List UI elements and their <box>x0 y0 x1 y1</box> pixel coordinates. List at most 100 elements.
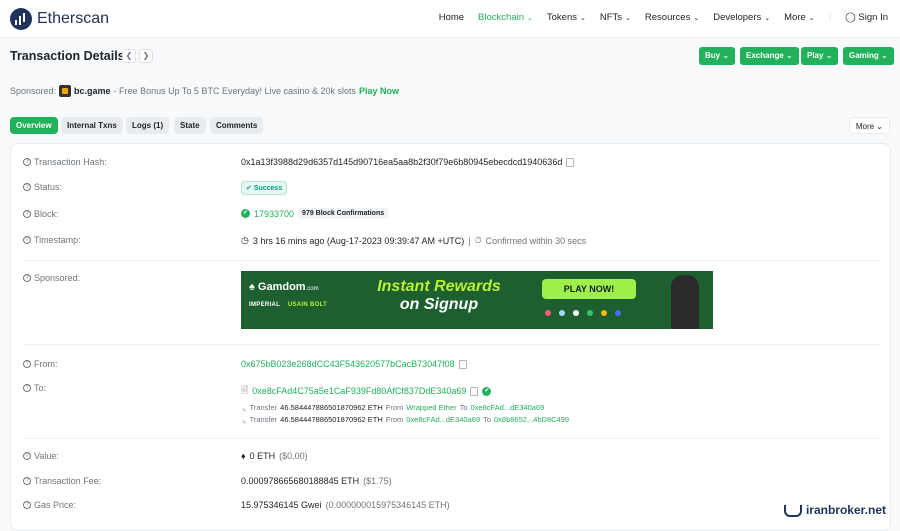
transaction-overview-card <box>10 143 891 531</box>
value-label-row: ? Value: <box>23 451 59 461</box>
nav-resources[interactable]: Resources ⌄ <box>645 12 699 23</box>
sign-in-link[interactable]: ◯ Sign In <box>845 12 888 23</box>
ad-banner[interactable]: ♠ Gamdom.com IMPERIAL USAIN BOLT Instant… <box>241 271 713 329</box>
from-address-link[interactable]: 0x675bB023e268dCC43F543620577bCacB73047f… <box>241 359 455 369</box>
copy-icon[interactable] <box>566 157 575 167</box>
contract-file-icon: 🗎 <box>241 385 249 395</box>
sponsored-line: Sponsored: bc.game - Free Bonus Up To 5 … <box>10 85 399 97</box>
copy-icon[interactable] <box>470 386 479 396</box>
chevron-down-icon: ⌄ <box>876 122 883 131</box>
confirmed-within: Confirmed within 30 secs <box>485 235 587 246</box>
value-amount: 0 ETH <box>249 451 276 461</box>
from-value-row: 0x675bB023e268dCC43F543620577bCacB73047f… <box>241 359 467 369</box>
etherscan-logo[interactable]: Etherscan <box>10 8 109 30</box>
transfer-from-link[interactable]: Wrapped Ether <box>406 403 456 412</box>
nav-blockchain[interactable]: Blockchain ⌄ <box>478 12 533 23</box>
exchange-button[interactable]: Exchange ⌄ <box>740 47 799 65</box>
nav-tokens[interactable]: Tokens ⌄ <box>547 12 586 23</box>
etherscan-logo-icon <box>10 8 32 30</box>
value-value-row: ♦ 0 ETH ($0.00) <box>241 451 308 461</box>
transfer-to-word: To <box>459 403 468 412</box>
block-confirmations-badge: 979 Block Confirmations <box>298 208 389 219</box>
token-transfer-row: ⌞ Transfer 46.584447886501870962 ETH Fro… <box>243 415 569 424</box>
chevron-down-icon: ⌄ <box>693 15 700 22</box>
ad-headline-1: Instant Rewards <box>377 278 501 295</box>
value-usd: ($0.00) <box>279 451 308 461</box>
status-label: Status: <box>34 182 63 192</box>
ad-partner-2: USAIN BOLT <box>287 302 328 308</box>
chevron-down-icon: ⌄ <box>786 51 793 60</box>
sponsored-brand[interactable]: bc.game <box>74 86 111 96</box>
crypto-icon <box>601 310 607 316</box>
gaming-button[interactable]: Gaming ⌄ <box>843 47 894 65</box>
chevron-down-icon: ⌄ <box>764 15 771 22</box>
sign-in-label: Sign In <box>858 12 888 23</box>
play-button[interactable]: Play ⌄ <box>801 47 839 65</box>
nav-developers-label: Developers <box>713 12 762 23</box>
transfer-amount: 46.584447886501870962 ETH <box>280 415 383 424</box>
to-label-row: ? To: <box>23 383 46 393</box>
gas-price-label: Gas Price: <box>34 500 77 510</box>
transfer-from-link[interactable]: 0xe8cFAd...dE340a69 <box>406 415 480 424</box>
nav-home[interactable]: Home <box>439 12 464 23</box>
nav-separator: | <box>828 12 832 23</box>
tab-state[interactable]: State <box>174 117 206 134</box>
question-circle-icon: ? <box>23 360 31 368</box>
fee-label-row: ? Transaction Fee: <box>23 476 101 486</box>
sponsored-cta-link[interactable]: Play Now <box>359 86 399 96</box>
nav-nfts-label: NFTs <box>599 12 623 23</box>
tab-logs[interactable]: Logs (1) <box>126 117 170 134</box>
nav-nfts[interactable]: NFTs ⌄ <box>600 12 631 23</box>
block-number-link[interactable]: 17933700 <box>254 209 294 219</box>
value-label: Value: <box>34 451 59 461</box>
tab-comments[interactable]: Comments <box>210 117 264 134</box>
transfer-from-word: From <box>385 403 404 412</box>
fee-label: Transaction Fee: <box>34 476 102 486</box>
chevron-down-icon: ⌄ <box>579 15 586 22</box>
main-nav: Home Blockchain ⌄ Tokens ⌄ NFTs ⌄ Resources… <box>439 12 888 23</box>
to-label: To: <box>34 383 47 393</box>
chevron-down-icon: ⌄ <box>808 15 815 22</box>
crypto-icon <box>545 310 551 316</box>
gas-price-eth: (0.000000015975346145 ETH) <box>325 500 450 510</box>
iranbroker-logo-icon <box>783 503 802 517</box>
timestamp-value-row: ◷ 3 hrs 16 mins ago (Aug-17-2023 09:39:47… <box>241 235 586 246</box>
from-label: From: <box>34 359 58 369</box>
ad-play-button[interactable]: PLAY NOW! <box>542 279 636 299</box>
sponsored-row-label: Sponsored: <box>34 273 81 283</box>
tab-internal-txns[interactable]: Internal Txns <box>61 117 123 134</box>
verified-check-icon: ✔ <box>482 386 492 396</box>
bc-game-icon <box>59 85 72 97</box>
timestamp-label-row: ? Timestamp: <box>23 235 81 245</box>
nav-more[interactable]: More ⌄ <box>784 12 815 23</box>
nav-more-label: More <box>784 12 806 23</box>
question-circle-icon: ? <box>23 183 31 191</box>
prev-tx-button[interactable]: ❮ <box>122 49 136 63</box>
tab-overview[interactable]: Overview <box>10 117 58 134</box>
transfer-branch-icon: ⌞ <box>243 415 247 424</box>
timestamp-separator: | <box>468 235 471 246</box>
watermark-text: iranbroker.net <box>805 503 886 517</box>
question-circle-icon: ? <box>23 384 31 392</box>
to-address-link[interactable]: 0xe8cFAd4C75a5e1CaF939Fd80AfCf837DdE340a… <box>252 386 466 396</box>
watermark: iranbroker.net <box>783 503 886 517</box>
status-label-row: ? Status: <box>23 182 62 192</box>
sponsored-label-row: ? Sponsored: <box>23 273 80 283</box>
nav-developers[interactable]: Developers ⌄ <box>713 12 770 23</box>
next-tx-button[interactable]: ❯ <box>139 49 153 63</box>
top-navbar: Etherscan Home Blockchain ⌄ Tokens ⌄ NFTs ⌄… <box>0 0 900 38</box>
chevron-down-icon: ⌄ <box>527 15 533 22</box>
transfer-prefix: Transfer <box>249 403 278 412</box>
copy-icon[interactable] <box>458 359 467 369</box>
question-circle-icon: ? <box>23 501 31 509</box>
nav-tokens-label: Tokens <box>546 12 577 23</box>
tx-hash-value: 0x1a13f3988d29d6357d145d90716ea5aa8b2f30… <box>241 157 563 167</box>
transfer-to-link[interactable]: 0xe8cFAd...dE340a69 <box>471 403 545 412</box>
transfer-to-link[interactable]: 0x8b8652...4bD8C499 <box>494 415 569 424</box>
crypto-icon <box>573 310 579 316</box>
more-dropdown[interactable]: More ⌄ <box>848 117 890 134</box>
question-circle-icon: ? <box>23 452 31 460</box>
buy-label: Buy <box>705 51 721 60</box>
buy-button[interactable]: Buy ⌄ <box>699 47 736 65</box>
exchange-label: Exchange <box>746 51 784 60</box>
